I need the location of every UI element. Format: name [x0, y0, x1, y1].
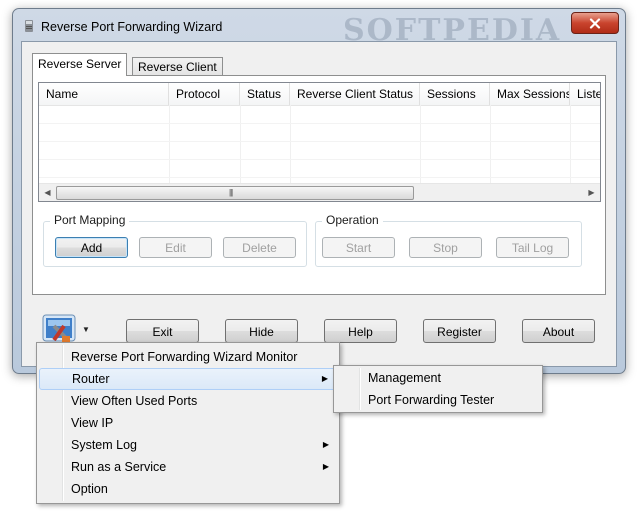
grip-icon: |||: [229, 188, 233, 197]
start-button[interactable]: Start: [322, 237, 395, 258]
column-header-listen[interactable]: Listen: [570, 83, 600, 105]
about-button[interactable]: About: [522, 319, 595, 343]
column-header-protocol[interactable]: Protocol: [169, 83, 240, 105]
chevron-down-icon[interactable]: ▼: [82, 325, 90, 334]
column-header-status[interactable]: Status: [240, 83, 290, 105]
add-button[interactable]: Add: [55, 237, 128, 258]
tab-reverse-client[interactable]: Reverse Client: [132, 57, 223, 76]
title-bar[interactable]: Reverse Port Forwarding Wizard SOFTPEDIA: [13, 9, 625, 48]
column-header-reverse-client-status[interactable]: Reverse Client Status: [290, 83, 420, 105]
delete-button[interactable]: Delete: [223, 237, 296, 258]
menu-item-label: Router: [72, 372, 110, 386]
scroll-left-icon[interactable]: ◀: [39, 184, 56, 201]
menu-item-label: Port Forwarding Tester: [368, 393, 495, 407]
client-area: Reverse Server Reverse Client Name Proto…: [21, 41, 617, 367]
menu-item-label: Management: [368, 371, 441, 385]
column-header-sessions[interactable]: Sessions: [420, 83, 490, 105]
router-submenu: Management Port Forwarding Tester: [333, 365, 543, 413]
list-header: Name Protocol Status Reverse Client Stat…: [39, 83, 600, 106]
column-header-name[interactable]: Name: [39, 83, 169, 105]
exit-button[interactable]: Exit: [126, 319, 199, 343]
menu-item-label: Run as a Service: [71, 460, 167, 474]
submenu-item-management[interactable]: Management: [336, 367, 540, 389]
app-icon: [25, 20, 33, 32]
menu-item-system-log[interactable]: System Log ▶: [39, 434, 337, 456]
close-icon: [589, 17, 601, 29]
scrollbar-thumb[interactable]: |||: [56, 186, 414, 200]
menu-item-label: View Often Used Ports: [71, 394, 198, 408]
register-button[interactable]: Register: [423, 319, 496, 343]
menu-item-label: System Log: [71, 438, 138, 452]
menu-item-label: Option: [71, 482, 108, 496]
port-mapping-label: Port Mapping: [50, 213, 130, 227]
menu-item-run-as-service[interactable]: Run as a Service ▶: [39, 456, 337, 478]
close-button[interactable]: [571, 12, 619, 34]
hide-button[interactable]: Hide: [225, 319, 298, 343]
tab-panel: Name Protocol Status Reverse Client Stat…: [32, 75, 606, 295]
operation-label: Operation: [322, 213, 383, 227]
context-menu: Reverse Port Forwarding Wizard Monitor R…: [36, 342, 340, 504]
menu-item-label: View IP: [71, 416, 114, 430]
tab-reverse-server[interactable]: Reverse Server: [32, 53, 128, 76]
server-list[interactable]: Name Protocol Status Reverse Client Stat…: [38, 82, 601, 202]
horizontal-scrollbar[interactable]: ◀ ||| ▶: [39, 183, 600, 201]
operation-group: Operation Start Stop Tail Log: [315, 213, 582, 267]
submenu-arrow-icon: ▶: [322, 462, 329, 471]
tail-log-button[interactable]: Tail Log: [496, 237, 569, 258]
submenu-arrow-icon: ▶: [322, 440, 329, 449]
menu-item-often-used-ports[interactable]: View Often Used Ports: [39, 390, 337, 412]
scroll-right-icon[interactable]: ▶: [583, 184, 600, 201]
submenu-item-port-forwarding-tester[interactable]: Port Forwarding Tester: [336, 389, 540, 411]
menu-item-view-ip[interactable]: View IP: [39, 412, 337, 434]
submenu-arrow-icon: ▶: [321, 374, 328, 383]
window-title: Reverse Port Forwarding Wizard: [41, 20, 223, 34]
column-header-max-sessions[interactable]: Max Sessions: [490, 83, 570, 105]
stop-button[interactable]: Stop: [409, 237, 482, 258]
edit-button[interactable]: Edit: [139, 237, 212, 258]
port-mapping-group: Port Mapping Add Edit Delete: [43, 213, 307, 267]
main-window: Reverse Port Forwarding Wizard SOFTPEDIA…: [12, 8, 626, 374]
help-button[interactable]: Help: [324, 319, 397, 343]
menu-item-option[interactable]: Option: [39, 478, 337, 500]
menu-item-router[interactable]: Router ▶: [39, 368, 337, 390]
menu-item-monitor[interactable]: Reverse Port Forwarding Wizard Monitor: [39, 346, 337, 368]
menu-item-label: Reverse Port Forwarding Wizard Monitor: [71, 350, 298, 364]
